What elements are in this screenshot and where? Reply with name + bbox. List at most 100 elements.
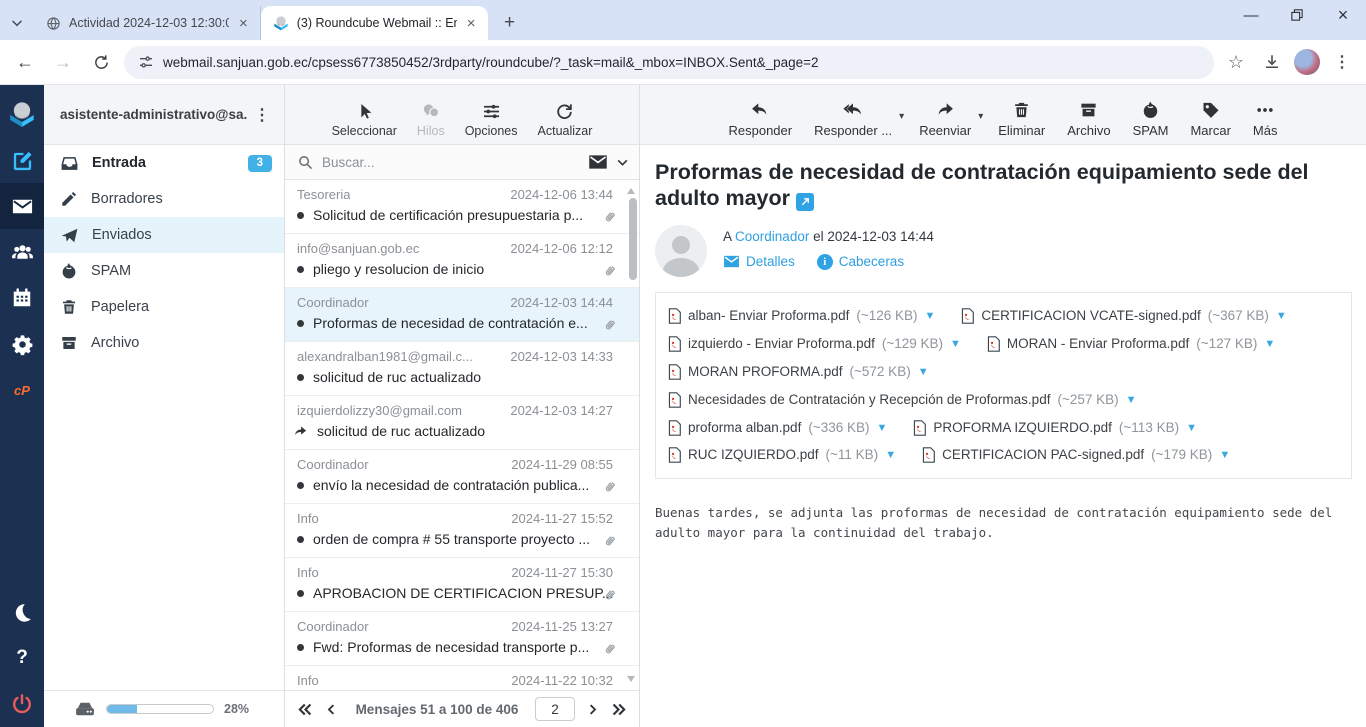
sidebar-item-spam[interactable]: SPAM [44, 253, 284, 289]
site-settings-icon[interactable] [138, 54, 154, 70]
back-icon[interactable]: ← [10, 47, 40, 77]
unread-dot [297, 320, 304, 327]
settings-gear-icon[interactable] [0, 321, 44, 367]
minimize-button[interactable]: — [1228, 0, 1274, 30]
list-scrollbar[interactable] [625, 180, 639, 690]
message-row[interactable]: info@sanjuan.gob.ec2024-12-06 12:12 plie… [285, 234, 639, 288]
attachment-item[interactable]: MORAN PROFORMA.pdf(~572 KB)▼ [668, 364, 929, 380]
fireball-icon [60, 262, 78, 280]
message-row[interactable]: Info2024-11-27 15:52 orden de compra # 5… [285, 504, 639, 558]
account-menu-icon[interactable]: ⋮ [248, 105, 276, 125]
message-row[interactable]: Coordinador2024-11-25 13:27 Fwd: Proform… [285, 612, 639, 666]
close-button[interactable]: × [1320, 0, 1366, 30]
attachment-item[interactable]: Necesidades de Contratación y Recepción … [668, 392, 1137, 408]
scroll-up-icon[interactable] [627, 188, 635, 194]
logout-power-icon[interactable] [0, 681, 44, 727]
unread-dot [297, 644, 304, 651]
attachment-item[interactable]: PROFORMA IZQUIERDO.pdf(~113 KB)▼ [913, 420, 1197, 436]
cpanel-icon[interactable]: cP [0, 367, 44, 413]
folder-label: Entrada [92, 155, 235, 171]
refresh-button[interactable]: Actualizar [532, 102, 599, 138]
attachment-menu-caret[interactable]: ▼ [1126, 394, 1137, 406]
mail-icon[interactable] [0, 183, 44, 229]
search-options-chevron-icon[interactable] [616, 156, 629, 169]
reload-icon[interactable] [86, 47, 116, 77]
contacts-icon[interactable] [0, 229, 44, 275]
attachment-item[interactable]: MORAN - Enviar Proforma.pdf(~127 KB)▼ [987, 336, 1275, 352]
forward-menu-caret[interactable]: ▾ [978, 111, 983, 122]
attachment-menu-caret[interactable]: ▼ [1219, 449, 1230, 461]
attachment-menu-caret[interactable]: ▼ [885, 449, 896, 461]
compose-icon[interactable] [0, 137, 44, 183]
message-row[interactable]: Info2024-11-27 15:30 APROBACION DE CERTI… [285, 558, 639, 612]
message-row[interactable]: Info2024-11-22 10:32 [285, 666, 639, 690]
mark-button[interactable]: Marcar [1181, 100, 1239, 138]
attachment-item[interactable]: RUC IZQUIERDO.pdf(~11 KB)▼ [668, 447, 896, 463]
details-link[interactable]: Detalles [723, 254, 795, 269]
sidebar-item-drafts[interactable]: Borradores [44, 181, 284, 217]
message-rows: Tesoreria2024-12-06 13:44 Solicitud de c… [285, 180, 639, 690]
next-page-icon[interactable] [585, 702, 600, 717]
attachment-menu-caret[interactable]: ▼ [877, 422, 888, 434]
attachment-menu-caret[interactable]: ▼ [1276, 310, 1287, 322]
browser-menu-icon[interactable]: ⋮ [1328, 48, 1356, 76]
recipient-link[interactable]: Coordinador [735, 229, 809, 244]
search-scope-mail-icon[interactable] [588, 154, 608, 170]
attachment-item[interactable]: CERTIFICACION PAC-signed.pdf(~179 KB)▼ [922, 447, 1230, 463]
tab-roundcube[interactable]: (3) Roundcube Webmail :: Envia × [261, 6, 488, 40]
attachment-menu-caret[interactable]: ▼ [950, 338, 961, 350]
new-tab-button[interactable]: + [496, 9, 524, 37]
reply-button[interactable]: Responder [720, 100, 802, 138]
sidebar-item-inbox[interactable]: Entrada 3 [44, 145, 284, 181]
tab-search-chevron-icon[interactable] [0, 6, 34, 40]
options-button[interactable]: Opciones [459, 102, 524, 138]
first-page-icon[interactable] [297, 701, 314, 718]
attachment-item[interactable]: izquierdo - Enviar Proforma.pdf(~129 KB)… [668, 336, 961, 352]
archive-button[interactable]: Archivo [1058, 100, 1119, 138]
tab-close-icon[interactable]: × [237, 15, 250, 32]
attachment-menu-caret[interactable]: ▼ [925, 310, 936, 322]
sidebar-item-sent[interactable]: Enviados [44, 217, 284, 253]
url-bar[interactable]: webmail.sanjuan.gob.ec/cpsess6773850452/… [124, 46, 1214, 79]
message-row[interactable]: Coordinador2024-11-29 08:55 envío la nec… [285, 450, 639, 504]
restore-button[interactable] [1274, 0, 1320, 30]
select-button[interactable]: Seleccionar [326, 102, 403, 138]
delete-button[interactable]: Eliminar [989, 100, 1054, 138]
scroll-down-icon[interactable] [627, 676, 635, 682]
attachment-menu-caret[interactable]: ▼ [1264, 338, 1275, 350]
tab-close-icon[interactable]: × [465, 15, 478, 32]
attachment-item[interactable]: proforma alban.pdf(~336 KB)▼ [668, 420, 887, 436]
browser-toolbar: ← → webmail.sanjuan.gob.ec/cpsess6773850… [0, 40, 1366, 85]
message-row[interactable]: izquierdolizzy30@gmail.com2024-12-03 14:… [285, 396, 639, 450]
search-input[interactable] [322, 155, 580, 170]
message-row-selected[interactable]: Coordinador2024-12-03 14:44 Proformas de… [285, 288, 639, 342]
sidebar-item-trash[interactable]: Papelera [44, 289, 284, 325]
dark-mode-moon-icon[interactable] [0, 589, 44, 635]
attachment-item[interactable]: alban- Enviar Proforma.pdf(~126 KB)▼ [668, 308, 935, 324]
message-row[interactable]: alexandralban1981@gmail.c...2024-12-03 1… [285, 342, 639, 396]
headers-link[interactable]: i Cabeceras [817, 254, 904, 270]
attachment-menu-caret[interactable]: ▼ [918, 366, 929, 378]
forward-button[interactable]: Reenviar [910, 100, 980, 138]
forward-icon[interactable]: → [48, 47, 78, 77]
attachment-menu-caret[interactable]: ▼ [1186, 422, 1197, 434]
sidebar-item-archive[interactable]: Archivo [44, 325, 284, 361]
previous-page-icon[interactable] [324, 702, 339, 717]
bookmark-star-icon[interactable]: ☆ [1222, 48, 1250, 76]
tab-actividad[interactable]: Actividad 2024-12-03 12:30:00 × [34, 6, 261, 40]
page-number-input[interactable] [535, 697, 575, 721]
attachment-item[interactable]: CERTIFICACION VCATE-signed.pdf(~367 KB)▼ [961, 308, 1286, 324]
help-icon[interactable]: ? [0, 635, 44, 681]
open-in-new-window-icon[interactable] [796, 193, 814, 211]
more-button[interactable]: Más [1244, 100, 1287, 138]
reply-all-button[interactable]: Responder ... [805, 100, 901, 138]
last-page-icon[interactable] [610, 701, 627, 718]
scroll-thumb[interactable] [629, 198, 637, 280]
reply-all-menu-caret[interactable]: ▾ [899, 111, 904, 122]
profile-avatar[interactable] [1294, 49, 1320, 75]
message-row[interactable]: Tesoreria2024-12-06 13:44 Solicitud de c… [285, 180, 639, 234]
calendar-icon[interactable] [0, 275, 44, 321]
spam-button[interactable]: SPAM [1124, 100, 1178, 138]
threads-button[interactable]: Hilos [411, 102, 451, 138]
downloads-icon[interactable] [1258, 48, 1286, 76]
